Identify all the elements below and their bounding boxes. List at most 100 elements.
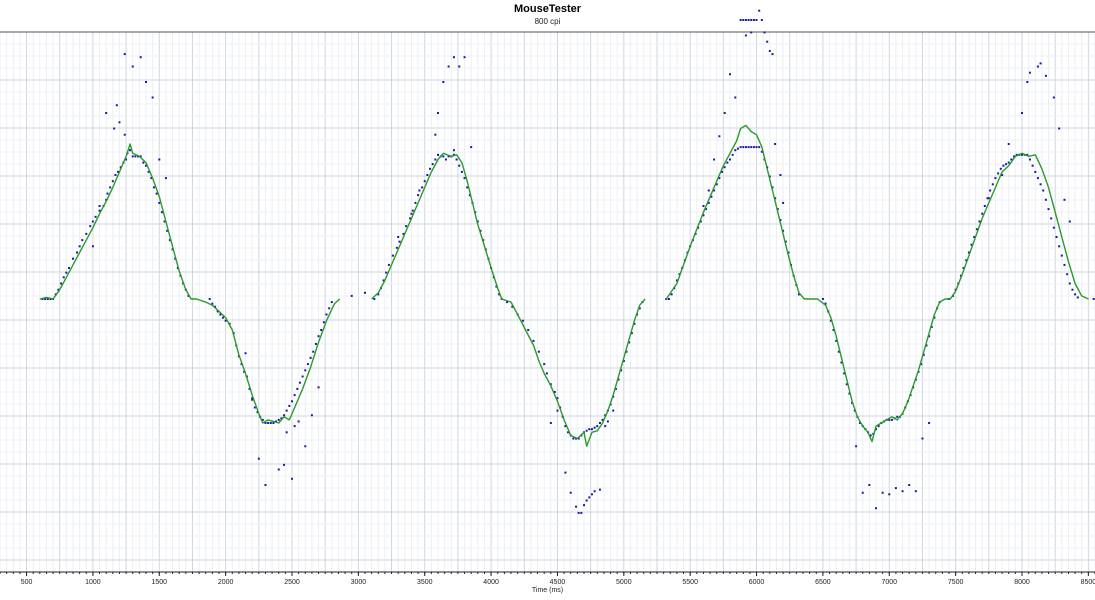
scatter-point <box>434 133 437 136</box>
scatter-point <box>322 321 325 324</box>
x-tick-label: 8000 <box>1014 579 1030 586</box>
scatter-point <box>713 158 716 161</box>
scatter-point <box>583 504 585 507</box>
x-tick-label: 5000 <box>616 579 632 586</box>
scatter-point <box>606 420 609 423</box>
scatter-point <box>1044 74 1047 77</box>
scatter-point <box>455 158 458 161</box>
scatter-point <box>142 161 145 164</box>
scatter-point <box>1060 254 1063 257</box>
scatter-point <box>670 293 673 296</box>
scatter-point <box>750 19 753 21</box>
scatter-point <box>304 369 307 372</box>
scatter-point <box>590 493 593 496</box>
scatter-point <box>1028 71 1031 74</box>
scatter-point <box>896 415 899 418</box>
scatter-point <box>564 471 567 474</box>
scatter-point <box>729 73 731 76</box>
scatter-point <box>1052 226 1055 229</box>
scatter-point <box>1050 217 1053 220</box>
scatter-point <box>405 225 408 228</box>
scatter-point <box>398 240 401 243</box>
scatter-point <box>151 96 154 99</box>
scatter-point <box>888 493 891 496</box>
scatter-point <box>75 251 78 254</box>
scatter-point <box>572 437 575 440</box>
scatter-point <box>418 189 421 192</box>
scatter-point <box>328 307 331 310</box>
scatter-point <box>894 487 897 490</box>
scatter-point <box>731 153 734 156</box>
scatter-point <box>158 158 161 161</box>
x-tick-label: 4000 <box>483 579 499 586</box>
scatter-point <box>350 294 353 297</box>
scatter-point <box>734 96 737 99</box>
scatter-point <box>875 507 877 510</box>
x-tick-label: 500 <box>21 579 33 586</box>
scatter-point <box>739 146 742 149</box>
scatter-point <box>283 463 286 466</box>
scatter-point <box>901 490 904 493</box>
scatter-point <box>868 484 871 486</box>
scatter-point <box>423 180 426 183</box>
axes: 500 1000 1500 2000 2500 3000 3500 4000 4500 5000 5… <box>0 31 1095 586</box>
scatter-point <box>264 484 267 486</box>
scatter-point <box>596 425 599 428</box>
scatter-point <box>1039 62 1042 65</box>
scatter-point <box>244 352 247 355</box>
scatter-point <box>747 19 750 21</box>
scatter-point <box>429 167 432 170</box>
scatter-point <box>421 186 424 189</box>
scatter-point <box>768 50 771 52</box>
scatter-point <box>470 146 473 149</box>
scatter-point <box>543 363 546 366</box>
scatter-point <box>431 163 434 166</box>
scatter-point <box>747 146 750 149</box>
scatter-point <box>1055 236 1058 238</box>
scatter-point <box>1002 164 1005 167</box>
scatter-point <box>742 146 745 149</box>
scatter-point <box>397 236 400 238</box>
scatter-point <box>723 166 726 169</box>
scatter-point <box>744 34 747 37</box>
scatter-point <box>426 174 429 176</box>
scatter-point <box>458 65 461 68</box>
x-tick-label: 7500 <box>948 579 964 586</box>
scatter-point <box>752 146 755 149</box>
scatter-point <box>285 431 288 434</box>
x-tick-label: 6000 <box>749 579 765 586</box>
scatter-point <box>293 394 296 397</box>
scatter-point <box>989 189 992 192</box>
scatter-point <box>288 404 291 407</box>
scatter-point <box>736 147 739 150</box>
scatter-point <box>1092 298 1095 300</box>
scatter-point <box>1058 245 1061 248</box>
scatter-point <box>123 133 126 136</box>
scatter-point <box>298 381 301 384</box>
scatter-point <box>908 484 911 486</box>
scatter-point <box>1068 282 1071 285</box>
scatter-point <box>463 56 466 59</box>
scatter-point <box>1007 161 1010 164</box>
scatter-point <box>267 422 270 424</box>
scatter-point <box>460 170 463 173</box>
scatter-point <box>257 457 260 460</box>
scatter-point <box>312 350 315 353</box>
scatter-point <box>763 31 766 34</box>
scatter-point <box>109 186 112 189</box>
x-tick-label: 2500 <box>284 579 300 586</box>
grid <box>0 31 1095 573</box>
scatter-point <box>98 205 101 207</box>
scatter-point <box>521 319 524 322</box>
scatter-point <box>452 149 455 152</box>
x-tick-label: 1500 <box>151 579 167 586</box>
scatter-point <box>411 209 414 212</box>
scatter-point <box>1044 198 1047 201</box>
scatter-point <box>296 387 299 390</box>
scatter-point <box>1063 198 1066 201</box>
scatter-point <box>585 499 588 502</box>
scatter-point <box>734 149 737 152</box>
x-tick-label: 8500 <box>1081 579 1095 586</box>
x-axis-label: Time (ms) <box>531 587 564 594</box>
scatter-point <box>309 356 312 359</box>
